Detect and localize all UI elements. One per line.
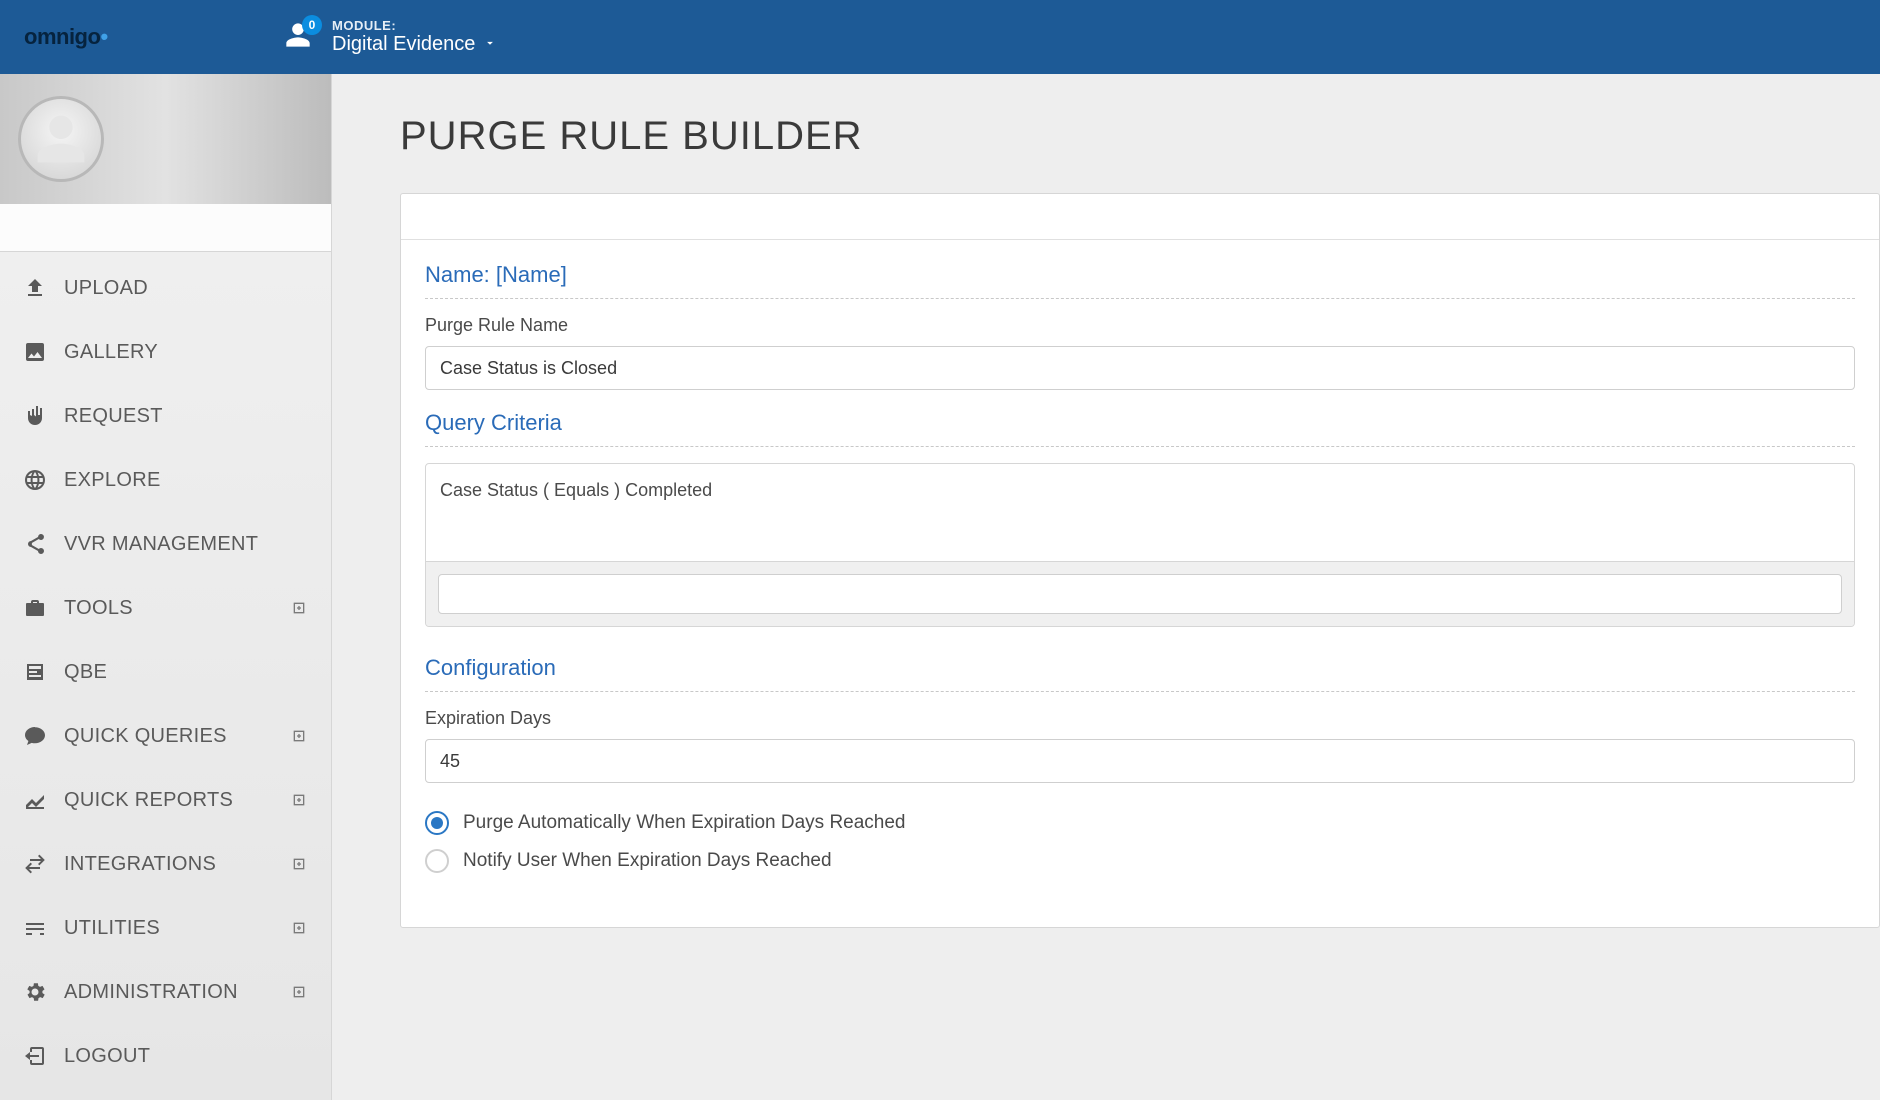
user-module-block: 0 MODULE: Digital Evidence <box>284 18 497 56</box>
query-criteria-text: Case Status ( Equals ) Completed <box>426 464 1854 561</box>
section-config-title: Configuration <box>425 655 1855 692</box>
sidebar-item-label: EXPLORE <box>64 469 309 492</box>
sidebar-item-label: INTEGRATIONS <box>64 853 291 876</box>
module-label: MODULE: <box>332 18 497 33</box>
chart-icon <box>22 788 48 812</box>
radio-label: Notify User When Expiration Days Reached <box>463 850 832 872</box>
logo-dot-icon: • <box>100 24 107 49</box>
form-panel: Name: [Name] Purge Rule Name Query Crite… <box>400 193 1880 928</box>
briefcase-icon <box>22 596 48 620</box>
sliders-icon <box>22 916 48 940</box>
sidebar-item-label: UTILITIES <box>64 917 291 940</box>
upload-icon <box>22 276 48 300</box>
main-content: PURGE RULE BUILDER Name: [Name] Purge Ru… <box>332 74 1880 1100</box>
expiration-input[interactable] <box>425 739 1855 783</box>
sidebar-item-integrations[interactable]: INTEGRATIONS <box>0 832 331 896</box>
query-criteria-box: Case Status ( Equals ) Completed <box>425 463 1855 627</box>
sidebar-tab-strip <box>0 204 331 252</box>
gallery-icon <box>22 340 48 364</box>
gear-icon <box>22 980 48 1004</box>
chevron-down-icon <box>483 33 497 56</box>
logout-icon <box>22 1044 48 1068</box>
sidebar-item-label: QBE <box>64 661 309 684</box>
sidebar: UPLOAD GALLERY REQUEST EXPLORE VVR MANAGEMEN… <box>0 74 332 1100</box>
module-selector[interactable]: MODULE: Digital Evidence <box>332 18 497 56</box>
rule-name-label: Purge Rule Name <box>425 315 1855 336</box>
logo: omnigo• <box>24 24 284 50</box>
sidebar-item-label: GALLERY <box>64 341 309 364</box>
page-title: PURGE RULE BUILDER <box>400 114 1880 159</box>
expand-icon <box>291 727 309 745</box>
avatar[interactable] <box>18 96 104 182</box>
sidebar-item-quick-queries[interactable]: QUICK QUERIES <box>0 704 331 768</box>
expiration-label: Expiration Days <box>425 708 1855 729</box>
app-header: omnigo• 0 MODULE: Digital Evidence <box>0 0 1880 74</box>
rule-name-input[interactable] <box>425 346 1855 390</box>
user-icon-wrap[interactable]: 0 <box>284 21 312 54</box>
expand-icon <box>291 983 309 1001</box>
section-name-title: Name: [Name] <box>425 262 1855 299</box>
expand-icon <box>291 919 309 937</box>
sidebar-item-tools[interactable]: TOOLS <box>0 576 331 640</box>
expand-icon <box>291 855 309 873</box>
sidebar-item-upload[interactable]: UPLOAD <box>0 256 331 320</box>
sidebar-nav: UPLOAD GALLERY REQUEST EXPLORE VVR MANAGEMEN… <box>0 252 331 1100</box>
sidebar-item-label: TOOLS <box>64 597 291 620</box>
form-icon <box>22 660 48 684</box>
radio-button[interactable] <box>425 811 449 835</box>
radio-option-0[interactable]: Purge Automatically When Expiration Days… <box>425 811 1855 835</box>
radio-option-1[interactable]: Notify User When Expiration Days Reached <box>425 849 1855 873</box>
section-query-title: Query Criteria <box>425 410 1855 447</box>
sidebar-item-explore[interactable]: EXPLORE <box>0 448 331 512</box>
globe-icon <box>22 468 48 492</box>
sidebar-item-qbe[interactable]: QBE <box>0 640 331 704</box>
radio-label: Purge Automatically When Expiration Days… <box>463 812 906 834</box>
transfer-icon <box>22 852 48 876</box>
notification-badge[interactable]: 0 <box>302 15 322 35</box>
sidebar-item-label: LOGOUT <box>64 1045 309 1068</box>
sidebar-item-label: ADMINISTRATION <box>64 981 291 1004</box>
sidebar-item-gallery[interactable]: GALLERY <box>0 320 331 384</box>
module-name: Digital Evidence <box>332 33 497 56</box>
sidebar-item-label: QUICK QUERIES <box>64 725 291 748</box>
chat-icon <box>22 724 48 748</box>
sidebar-item-label: UPLOAD <box>64 277 309 300</box>
user-icon <box>284 36 312 53</box>
sidebar-item-quick-reports[interactable]: QUICK REPORTS <box>0 768 331 832</box>
panel-header <box>401 194 1879 240</box>
query-sub-input[interactable] <box>438 574 1842 614</box>
sidebar-item-label: REQUEST <box>64 405 309 428</box>
expand-icon <box>291 599 309 617</box>
query-footer <box>426 561 1854 626</box>
sidebar-item-vvr-management[interactable]: VVR MANAGEMENT <box>0 512 331 576</box>
profile-block <box>0 74 331 204</box>
radio-button[interactable] <box>425 849 449 873</box>
sidebar-item-utilities[interactable]: UTILITIES <box>0 896 331 960</box>
sidebar-item-request[interactable]: REQUEST <box>0 384 331 448</box>
share-icon <box>22 532 48 556</box>
logo-text: omnigo <box>24 24 100 49</box>
expand-icon <box>291 791 309 809</box>
sidebar-item-logout[interactable]: LOGOUT <box>0 1024 331 1088</box>
sidebar-item-label: QUICK REPORTS <box>64 789 291 812</box>
sidebar-item-administration[interactable]: ADMINISTRATION <box>0 960 331 1024</box>
hand-icon <box>22 404 48 428</box>
sidebar-item-label: VVR MANAGEMENT <box>64 533 309 556</box>
